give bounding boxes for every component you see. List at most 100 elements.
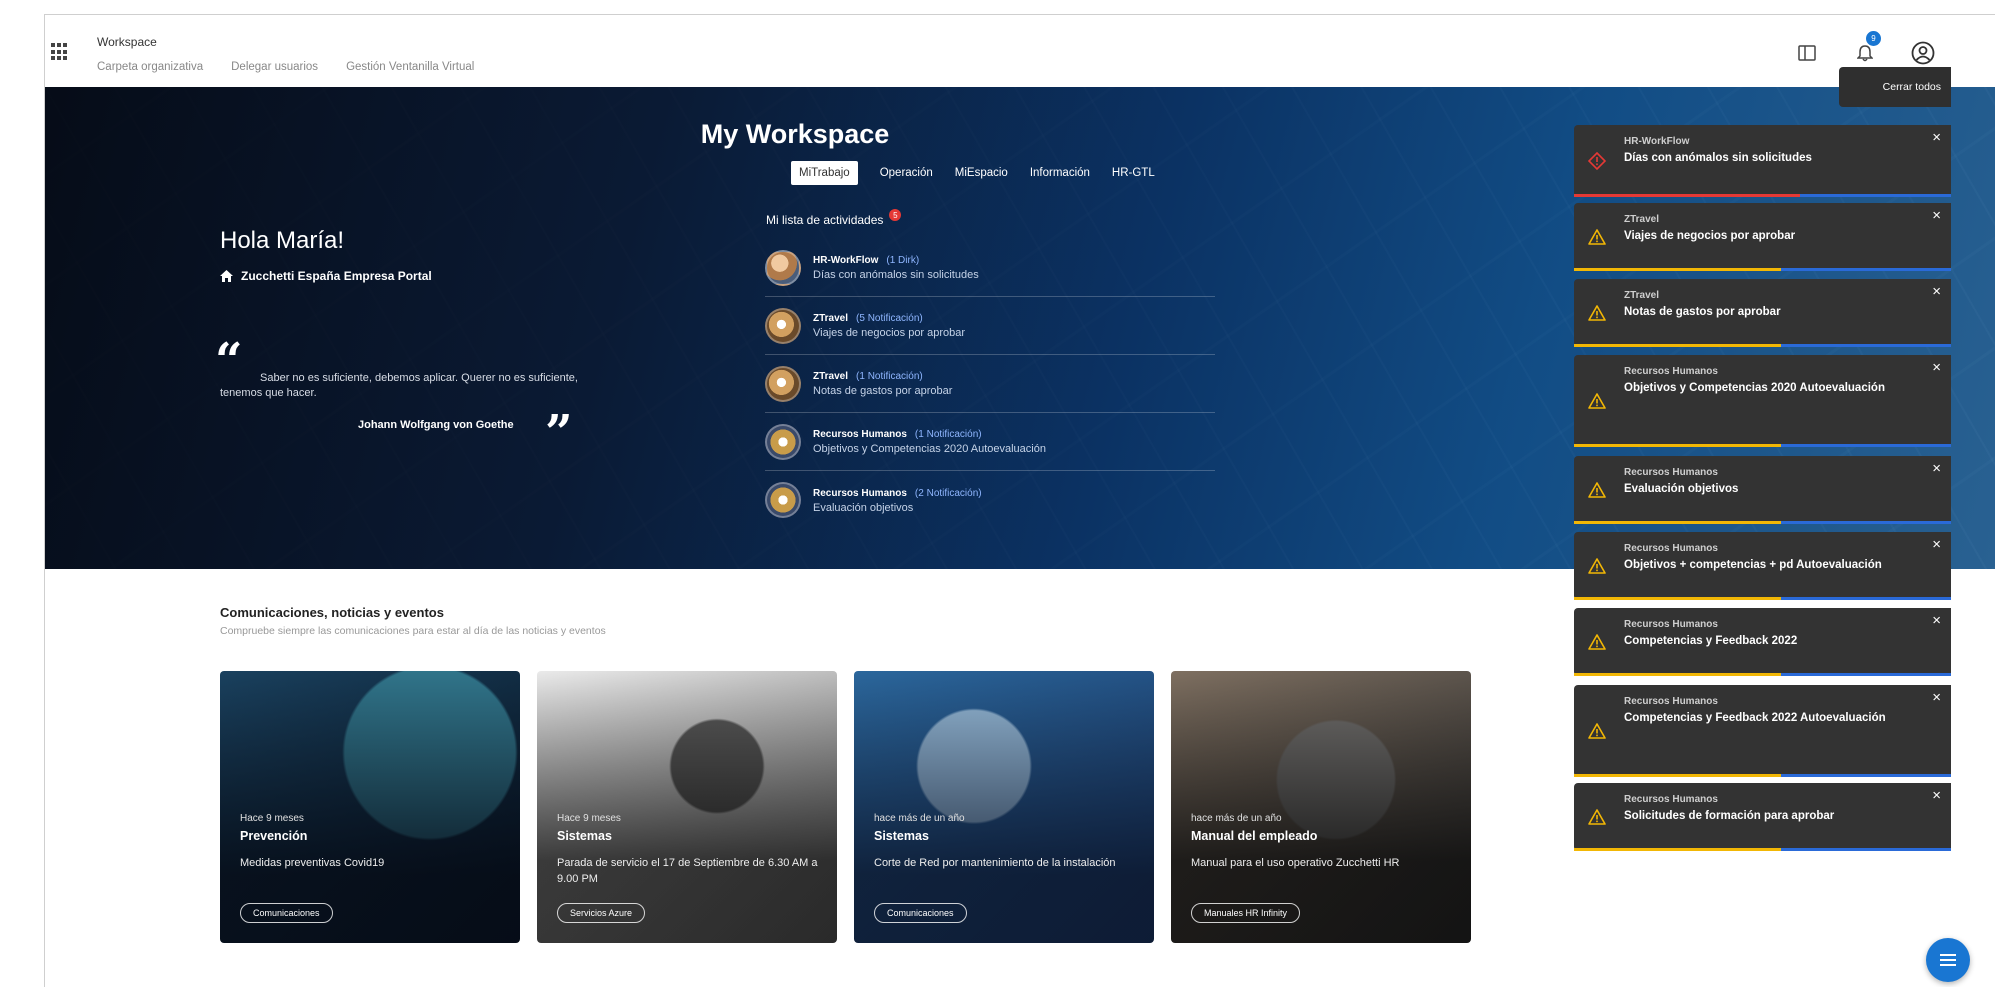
close-icon[interactable]: ×	[1932, 612, 1941, 629]
notification-source: HR-WorkFlow	[1624, 136, 1690, 147]
activity-source: HR-WorkFlow	[813, 255, 879, 266]
tab-mitrabajo[interactable]: MiTrabajo	[791, 161, 858, 185]
card-category: Manual del empleado	[1191, 829, 1318, 843]
activity-count: (2 Notificación)	[914, 487, 982, 499]
activities-header: Mi lista de actividades 5	[766, 209, 902, 227]
user-circle-icon[interactable]	[1911, 41, 1935, 65]
close-icon[interactable]: ×	[1932, 460, 1941, 477]
warning-icon	[1588, 229, 1606, 245]
notification-toast[interactable]: × ZTravel Notas de gastos por aprobar	[1574, 279, 1951, 347]
top-bar: Workspace Carpeta organizativa Delegar u…	[45, 15, 1995, 87]
notification-progress	[1574, 597, 1951, 600]
hero-title: My Workspace	[700, 119, 890, 149]
card-time: hace más de un año	[874, 813, 965, 824]
fab-menu-button[interactable]	[1926, 938, 1970, 982]
portal-link[interactable]: Zucchetti España Empresa Portal	[220, 269, 432, 283]
notification-message: Objetivos y Competencias 2020 Autoevalua…	[1624, 382, 1885, 394]
activity-item[interactable]: Recursos Humanos (2 Notificación) Evaluac…	[765, 471, 1215, 529]
activity-item[interactable]: ZTravel (1 Notificación) Notas de gastos …	[765, 355, 1215, 413]
card-tag[interactable]: Servicios Azure	[557, 903, 646, 923]
warning-icon	[1588, 723, 1606, 739]
activity-desc: Objetivos y Competencias 2020 Autoevalua…	[813, 443, 1046, 455]
notification-message: Días con anómalos sin solicitudes	[1624, 152, 1812, 164]
nav-gestion-ventanilla[interactable]: Gestión Ventanilla Virtual	[346, 61, 474, 73]
apps-grid-icon[interactable]	[51, 43, 69, 61]
close-icon[interactable]: ×	[1932, 129, 1941, 146]
workspace-nav: Carpeta organizativa Delegar usuarios Ge…	[97, 61, 474, 73]
notification-toast[interactable]: × Recursos Humanos Competencias y Feedback…	[1574, 608, 1951, 676]
card-tag[interactable]: Comunicaciones	[240, 903, 333, 923]
notification-toast[interactable]: × Recursos Humanos Solicitudes de formació…	[1574, 783, 1951, 851]
close-icon[interactable]: ×	[1932, 536, 1941, 553]
card-description: Corte de Red por mantenimiento de la ins…	[874, 857, 1116, 869]
activity-item[interactable]: ZTravel (5 Notificación) Viajes de negoci…	[765, 297, 1215, 355]
close-icon[interactable]: ×	[1932, 207, 1941, 224]
notification-toast[interactable]: × Recursos Humanos Objetivos y Competencia…	[1574, 355, 1951, 447]
tab-miespacio[interactable]: MiEspacio	[955, 167, 1008, 179]
card-category: Sistemas	[874, 829, 929, 843]
notification-toast[interactable]: × Recursos Humanos Objetivos + competencia…	[1574, 532, 1951, 600]
nav-carpeta-organizativa[interactable]: Carpeta organizativa	[97, 61, 203, 73]
notification-toast[interactable]: × Recursos Humanos Competencias y Feedback…	[1574, 685, 1951, 777]
news-card[interactable]: Hace 9 meses Prevención Medidas preventi…	[220, 671, 520, 943]
notification-source: Recursos Humanos	[1624, 366, 1718, 377]
activity-desc: Días con anómalos sin solicitudes	[813, 269, 979, 281]
notification-toast[interactable]: × Recursos Humanos Evaluación objetivos	[1574, 456, 1951, 524]
notification-toast[interactable]: × ZTravel Viajes de negocios por aprobar	[1574, 203, 1951, 271]
news-card[interactable]: hace más de un año Manual del empleado M…	[1171, 671, 1471, 943]
panel-icon[interactable]	[1795, 41, 1819, 65]
notification-source: Recursos Humanos	[1624, 467, 1718, 478]
activities-list: HR-WorkFlow (1 Dirk) Días con anómalos si…	[765, 239, 1215, 529]
close-icon[interactable]: ×	[1932, 359, 1941, 376]
notification-source: ZTravel	[1624, 290, 1660, 301]
warning-icon	[1588, 305, 1606, 321]
notification-progress	[1574, 194, 1951, 197]
notification-message: Notas de gastos por aprobar	[1624, 306, 1781, 318]
avatar	[765, 307, 801, 344]
close-icon[interactable]: ×	[1932, 283, 1941, 300]
warning-icon	[1588, 482, 1606, 498]
activities-badge: 5	[889, 209, 902, 221]
news-card[interactable]: hace más de un año Sistemas Corte de Red…	[854, 671, 1154, 943]
tab-informacion[interactable]: Información	[1030, 167, 1090, 179]
activity-count: (1 Notificación)	[914, 429, 982, 440]
notification-message: Solicitudes de formación para aprobar	[1624, 810, 1835, 822]
close-all-button[interactable]: Cerrar todos	[1839, 67, 1951, 107]
notification-progress	[1574, 268, 1951, 271]
bell-icon[interactable]: 9	[1853, 31, 1881, 65]
nav-delegar-usuarios[interactable]: Delegar usuarios	[231, 61, 318, 73]
card-time: Hace 9 meses	[240, 813, 304, 824]
card-description: Parada de servicio el 17 de Septiembre d…	[557, 857, 818, 885]
card-tag[interactable]: Manuales HR Infinity	[1191, 903, 1301, 923]
home-icon	[220, 270, 233, 282]
tab-hr-gtl[interactable]: HR-GTL	[1112, 167, 1155, 179]
quote-close-icon: ”	[545, 405, 573, 461]
close-icon[interactable]: ×	[1932, 787, 1941, 804]
menu-icon	[1940, 954, 1956, 966]
quote-text: Saber no es suficiente, debemos aplicar.…	[220, 372, 578, 399]
notification-message: Competencias y Feedback 2022	[1624, 635, 1798, 647]
close-icon[interactable]: ×	[1932, 689, 1941, 706]
news-cards: Hace 9 meses Prevención Medidas preventi…	[220, 671, 1471, 943]
notification-message: Objetivos + competencias + pd Autoevalua…	[1624, 559, 1882, 571]
news-card[interactable]: Hace 9 meses Sistemas Parada de servicio…	[537, 671, 837, 943]
activity-count: (1 Notificación)	[856, 371, 923, 382]
activity-item[interactable]: Recursos Humanos (1 Notificación) Objetiv…	[765, 413, 1215, 471]
notification-message: Competencias y Feedback 2022 Autoevaluac…	[1624, 712, 1886, 724]
notification-toast[interactable]: × HR-WorkFlow Días con anómalos sin solici…	[1574, 125, 1951, 197]
avatar	[765, 423, 801, 460]
news-subtitle: Compruebe siempre las comunicaciones par…	[220, 625, 606, 637]
top-right-icons: 9	[1795, 31, 1935, 65]
tab-operacion[interactable]: Operación	[880, 167, 933, 179]
notification-source: ZTravel	[1624, 214, 1660, 225]
warning-icon	[1588, 809, 1606, 825]
activity-item[interactable]: HR-WorkFlow (1 Dirk) Días con anómalos si…	[765, 239, 1215, 297]
notification-progress	[1574, 774, 1951, 777]
card-tag[interactable]: Comunicaciones	[874, 903, 967, 923]
notification-source: Recursos Humanos	[1624, 794, 1718, 805]
activity-count: (5 Notificación)	[856, 313, 923, 324]
hero-tabs: MiTrabajo Operación MiEspacio Informació…	[791, 161, 1155, 185]
notification-progress	[1574, 344, 1951, 347]
workspace-title: Workspace	[97, 35, 157, 49]
notification-message: Viajes de negocios por aprobar	[1624, 230, 1796, 242]
